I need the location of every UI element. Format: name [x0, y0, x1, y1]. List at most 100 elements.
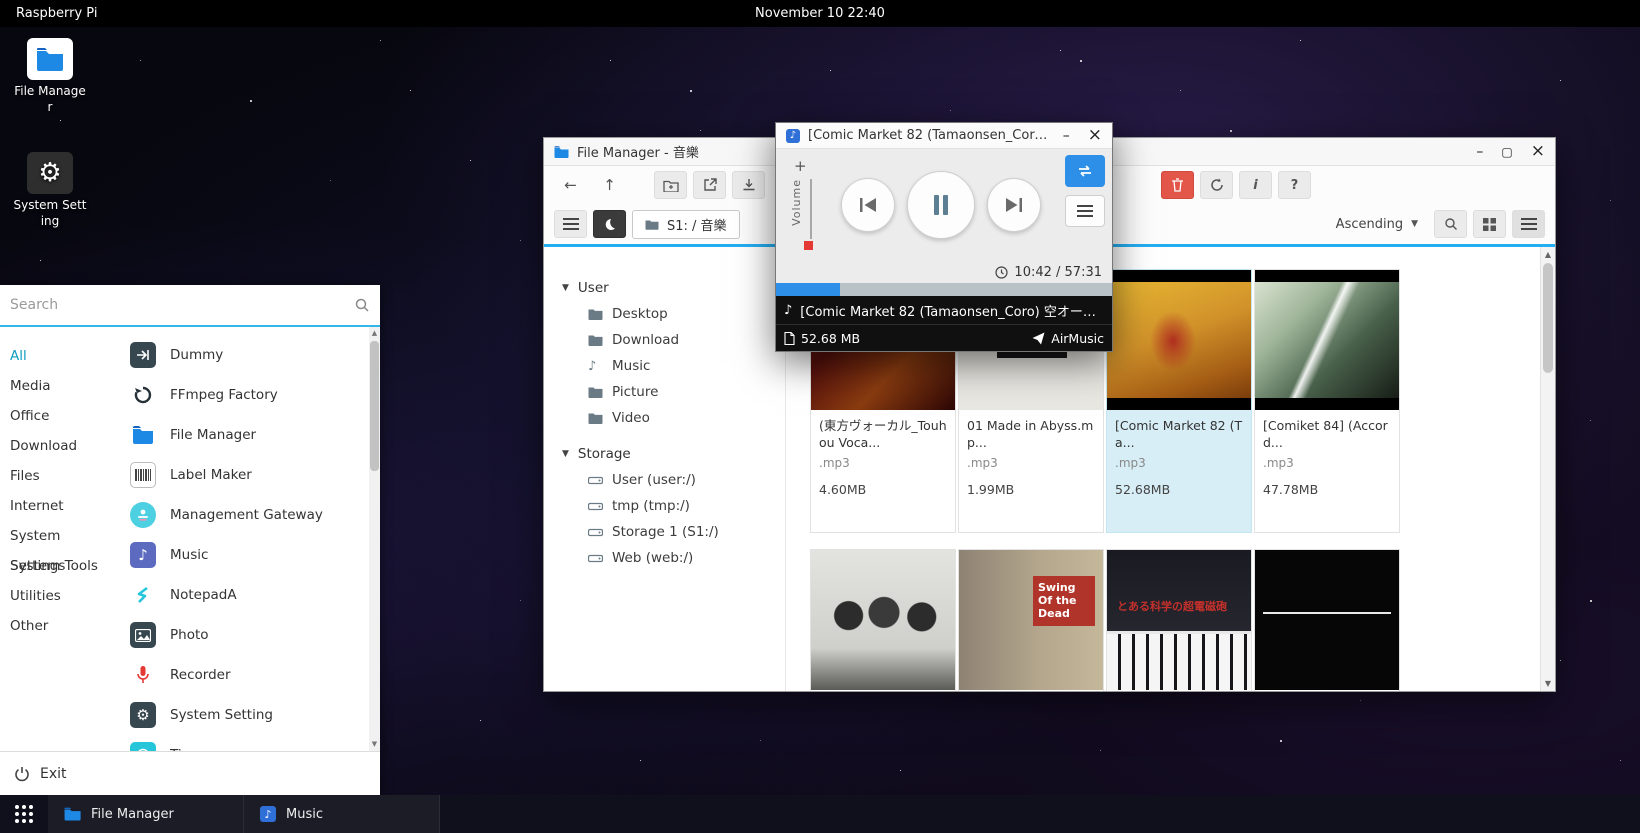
sidebar-item-music[interactable]: ♪ Music	[544, 353, 785, 379]
exit-button[interactable]: Exit	[0, 751, 380, 795]
dark-mode-toggle[interactable]	[593, 210, 626, 238]
volume-up-button[interactable]: +	[794, 157, 807, 175]
drive-icon	[588, 475, 603, 486]
app-item-label: Dummy	[170, 347, 223, 363]
album-art	[1107, 270, 1251, 410]
sort-dropdown[interactable]: Ascending ▼	[1326, 217, 1428, 232]
category-system-tools[interactable]: System Tools	[0, 551, 118, 581]
category-office[interactable]: Office	[0, 401, 118, 431]
progress-bar[interactable]	[776, 283, 1112, 296]
refresh-button[interactable]	[1200, 171, 1233, 199]
sidebar-section-storage[interactable]: ▼ Storage	[544, 441, 785, 467]
up-button[interactable]: ↑	[593, 171, 626, 199]
sidebar-item-storage1-drive[interactable]: Storage 1 (S1:/)	[544, 519, 785, 545]
app-item-management-gateway[interactable]: Management Gateway	[130, 495, 366, 535]
file-card[interactable]: [Comiket 84] (Accord... .mp3 47.78MB	[1254, 269, 1400, 533]
scroll-down-icon[interactable]: ▼	[1541, 679, 1555, 688]
scrollbar-thumb[interactable]	[1543, 263, 1553, 373]
sidebar-section-user[interactable]: ▼ User	[544, 275, 785, 301]
app-item-label-maker[interactable]: Label Maker	[130, 455, 366, 495]
category-other[interactable]: Other	[0, 611, 118, 641]
sidebar-item-download[interactable]: Download	[544, 327, 785, 353]
volume-slider-handle[interactable]	[804, 241, 813, 250]
next-button[interactable]	[987, 178, 1041, 232]
volume-slider[interactable]	[810, 179, 812, 239]
scroll-down-icon[interactable]: ▼	[369, 739, 380, 750]
file-size: 1.99MB	[959, 470, 1103, 497]
close-button[interactable]: ×	[1088, 127, 1102, 144]
category-utilities[interactable]: Utilities	[0, 581, 118, 611]
window-scrollbar[interactable]: ▲ ▼	[1540, 247, 1555, 691]
window-title: [Comic Market 82 (Tamaonsen_Coro) ...	[808, 128, 1048, 143]
app-item-label: Recorder	[170, 667, 231, 683]
category-all[interactable]: All	[0, 341, 118, 371]
launcher-scrollbar[interactable]: ▲ ▼	[369, 327, 380, 751]
category-system-settings[interactable]: System Settings	[0, 521, 118, 551]
sidebar-item-tmp-drive[interactable]: tmp (tmp:/)	[544, 493, 785, 519]
desktop-icon-file-manager[interactable]: File Manager	[12, 38, 88, 115]
search-button[interactable]	[1434, 210, 1467, 238]
file-size: 52.68MB	[1107, 470, 1251, 497]
maximize-button[interactable]: ▢	[1501, 146, 1512, 158]
help-button[interactable]: ?	[1278, 171, 1311, 199]
system-menu[interactable]: Raspberry Pi	[16, 6, 97, 21]
music-player-titlebar[interactable]: ♪ [Comic Market 82 (Tamaonsen_Coro) ... …	[776, 123, 1112, 149]
minimize-button[interactable]: –	[1476, 145, 1483, 159]
app-item-recorder[interactable]: Recorder	[130, 655, 366, 695]
back-button[interactable]: ←	[554, 171, 587, 199]
playlist-menu-button[interactable]	[1065, 195, 1105, 227]
apps-grid-icon	[15, 805, 33, 823]
pause-button[interactable]	[907, 171, 975, 239]
caret-down-icon: ▼	[562, 283, 569, 293]
category-media[interactable]: Media	[0, 371, 118, 401]
app-item-music[interactable]: ♪ Music	[130, 535, 366, 575]
app-item-label: Management Gateway	[170, 507, 323, 523]
app-item-timer[interactable]: Timer	[130, 735, 366, 751]
list-view-button[interactable]	[1512, 210, 1545, 238]
grid-view-button[interactable]	[1473, 210, 1506, 238]
close-button[interactable]: ×	[1531, 143, 1545, 160]
album-art	[1255, 270, 1399, 410]
category-internet[interactable]: Internet	[0, 491, 118, 521]
file-card[interactable]	[810, 549, 956, 691]
scroll-up-icon[interactable]: ▲	[1541, 250, 1555, 259]
sidebar-item-user-drive[interactable]: User (user:/)	[544, 467, 785, 493]
breadcrumb[interactable]: S1: / 音樂	[632, 210, 740, 239]
category-files[interactable]: Files	[0, 461, 118, 491]
repeat-button[interactable]	[1065, 155, 1105, 187]
sidebar-item-video[interactable]: Video	[544, 405, 785, 431]
notepad-icon	[130, 582, 156, 608]
category-list: All Media Office Download Files Internet…	[0, 327, 118, 751]
file-card-selected[interactable]: [Comic Market 82 (Ta... .mp3 52.68MB	[1106, 269, 1252, 533]
taskbar-item-file-manager[interactable]: File Manager	[48, 795, 244, 833]
file-card[interactable]: Swing Of the Dead	[958, 549, 1104, 691]
track-title: [Comic Market 82 (Tamaonsen_Coro) 空オーケスト…	[800, 301, 1104, 320]
sidebar-item-web-drive[interactable]: Web (web:/)	[544, 545, 785, 571]
search-input[interactable]	[10, 297, 354, 313]
delete-button[interactable]	[1161, 171, 1194, 199]
desktop-icon-system-setting[interactable]: ⚙ System Setting	[12, 152, 88, 229]
app-item-photo[interactable]: Photo	[130, 615, 366, 655]
taskbar-item-music[interactable]: ♪ Music	[244, 795, 440, 833]
app-item-notepada[interactable]: NotepadA	[130, 575, 366, 615]
download-button[interactable]	[732, 171, 765, 199]
new-folder-button[interactable]	[654, 171, 687, 199]
app-drawer-button[interactable]	[0, 795, 48, 833]
scroll-up-icon[interactable]: ▲	[369, 328, 380, 339]
menu-button[interactable]	[554, 210, 587, 238]
info-button[interactable]: i	[1239, 171, 1272, 199]
app-item-dummy[interactable]: Dummy	[130, 335, 366, 375]
sidebar-item-desktop[interactable]: Desktop	[544, 301, 785, 327]
app-item-system-setting[interactable]: ⚙ System Setting	[130, 695, 366, 735]
app-launcher-panel: All Media Office Download Files Internet…	[0, 285, 380, 795]
previous-button[interactable]	[841, 178, 895, 232]
scrollbar-thumb[interactable]	[370, 341, 379, 471]
app-item-file-manager[interactable]: File Manager	[130, 415, 366, 455]
file-card[interactable]	[1254, 549, 1400, 691]
open-external-button[interactable]	[693, 171, 726, 199]
category-download[interactable]: Download	[0, 431, 118, 461]
app-item-ffmpeg-factory[interactable]: FFmpeg Factory	[130, 375, 366, 415]
file-card[interactable]: とある科学の超電磁砲	[1106, 549, 1252, 691]
minimize-button[interactable]: –	[1063, 129, 1070, 143]
sidebar-item-picture[interactable]: Picture	[544, 379, 785, 405]
